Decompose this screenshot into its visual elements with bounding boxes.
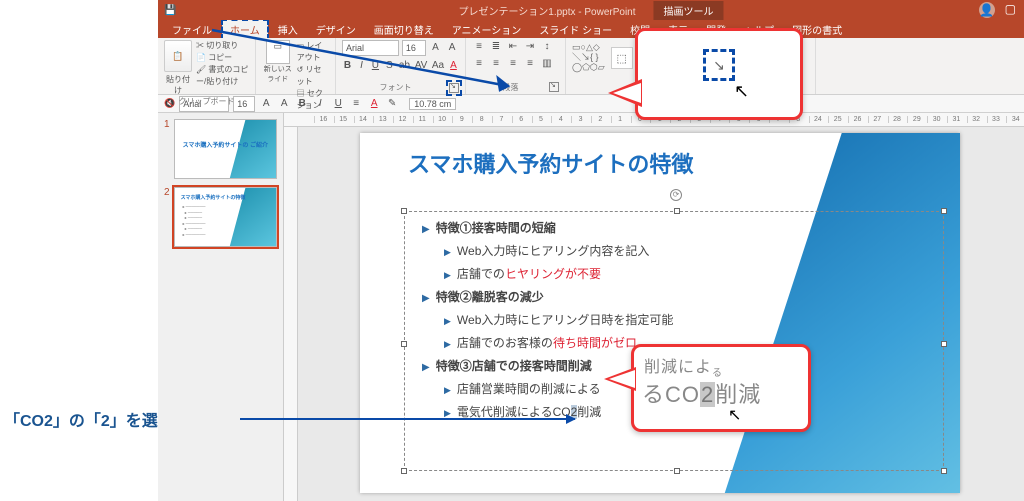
thumb-title: スマホ購入予約サイトの特徴: [181, 194, 246, 201]
width-readout: 10.78 cm: [409, 98, 456, 110]
cursor-icon: ↖: [734, 81, 749, 102]
justify-button[interactable]: ≡: [523, 57, 537, 71]
handle[interactable]: [401, 341, 407, 347]
arrow-home-to-launcher: [208, 26, 518, 96]
mini-underline-icon[interactable]: U: [331, 97, 345, 111]
columns-button[interactable]: ▥: [540, 57, 554, 71]
mini-align-icon[interactable]: ≡: [349, 97, 363, 111]
instruction-label: 「CO2」の「2」を選択: [4, 407, 174, 431]
file-name: プレゼンテーション1.pptx - PowerPoint: [458, 3, 635, 18]
user-avatar[interactable]: 👤: [979, 2, 995, 18]
handle[interactable]: [674, 468, 680, 474]
clipboard-group-label: クリップボード: [164, 96, 249, 107]
tab-slideshow[interactable]: スライド ショー: [531, 20, 620, 39]
handle[interactable]: [401, 208, 407, 214]
save-icon[interactable]: 💾: [164, 5, 176, 16]
list-item[interactable]: 特徴②離脱客の減少: [422, 288, 673, 305]
line-spacing-button[interactable]: ↕: [540, 40, 554, 54]
paste-button[interactable]: 📋: [164, 40, 192, 72]
para-dialog-launcher[interactable]: [549, 82, 559, 92]
mini-color-icon[interactable]: A: [367, 97, 381, 111]
workspace: 1 スマホ購入予約サイトの ご紹介 2 スマホ購入予約サイトの特徴 ▸ ────…: [158, 113, 1024, 501]
handle[interactable]: [941, 468, 947, 474]
list-item[interactable]: Web入力時にヒアリング内容を記入: [422, 242, 673, 259]
thumb-number: 1: [164, 119, 170, 179]
handle[interactable]: [401, 468, 407, 474]
handle[interactable]: [941, 208, 947, 214]
thumb-body: ▸ ─────── ▸ ───── ▸ ─────▸ ─────── ▸ ───…: [183, 204, 206, 238]
list-item[interactable]: 店舗でのヒヤリングが不要: [422, 265, 673, 282]
slide-title[interactable]: スマホ購入予約サイトの特徴: [408, 147, 693, 179]
list-item[interactable]: Web入力時にヒアリング日時を指定可能: [422, 311, 673, 328]
selected-char: 2: [700, 382, 715, 407]
slide-thumbnails: 1 スマホ購入予約サイトの ご紹介 2 スマホ購入予約サイトの特徴 ▸ ────…: [158, 113, 284, 501]
slide-editor: 1615141312111098765432101234567824252627…: [284, 113, 1024, 501]
mini-highlight-icon[interactable]: ✎: [385, 97, 399, 111]
thumb-title: スマホ購入予約サイトの ご紹介: [183, 140, 269, 149]
arrow-label-to-co2: [240, 418, 575, 420]
callout-dialog-launcher-zoom: ↘ ↖: [635, 28, 803, 120]
cursor-icon: ↖: [728, 405, 741, 425]
dialog-launcher-zoom-icon: ↘: [703, 49, 735, 81]
thumb-1[interactable]: 1 スマホ購入予約サイトの ご紹介: [164, 119, 277, 179]
handle[interactable]: [941, 341, 947, 347]
vertical-ruler: [284, 127, 298, 501]
context-tool-label: 描画ツール: [654, 1, 724, 20]
paste-label: 貼り付け: [164, 74, 192, 96]
thumb-number: 2: [164, 187, 170, 247]
slide-canvas[interactable]: スマホ購入予約サイトの特徴 ⟳ 特徴①接客時間の短縮 Web入力時にヒアリング内…: [360, 133, 960, 493]
handle[interactable]: [674, 208, 680, 214]
callout-text-zoom: 削減による るCO2削減 ↖: [631, 344, 811, 432]
title-bar: 💾 プレゼンテーション1.pptx - PowerPoint 描画ツール 👤 ▢: [158, 0, 1024, 20]
thumb-2[interactable]: 2 スマホ購入予約サイトの特徴 ▸ ─────── ▸ ───── ▸ ────…: [164, 187, 277, 247]
ribbon-options-icon[interactable]: ▢: [1005, 2, 1016, 18]
powerpoint-window: 💾 プレゼンテーション1.pptx - PowerPoint 描画ツール 👤 ▢…: [158, 0, 1024, 501]
shapes-gallery[interactable]: ▭○△◇＼↘{ }◯⬠⬡▱: [572, 43, 605, 73]
indent-inc-button[interactable]: ⇥: [523, 40, 537, 54]
rotate-handle[interactable]: ⟳: [670, 189, 682, 201]
arrange-button[interactable]: ⬚: [611, 47, 633, 69]
list-item[interactable]: 特徴①接客時間の短縮: [422, 219, 673, 236]
